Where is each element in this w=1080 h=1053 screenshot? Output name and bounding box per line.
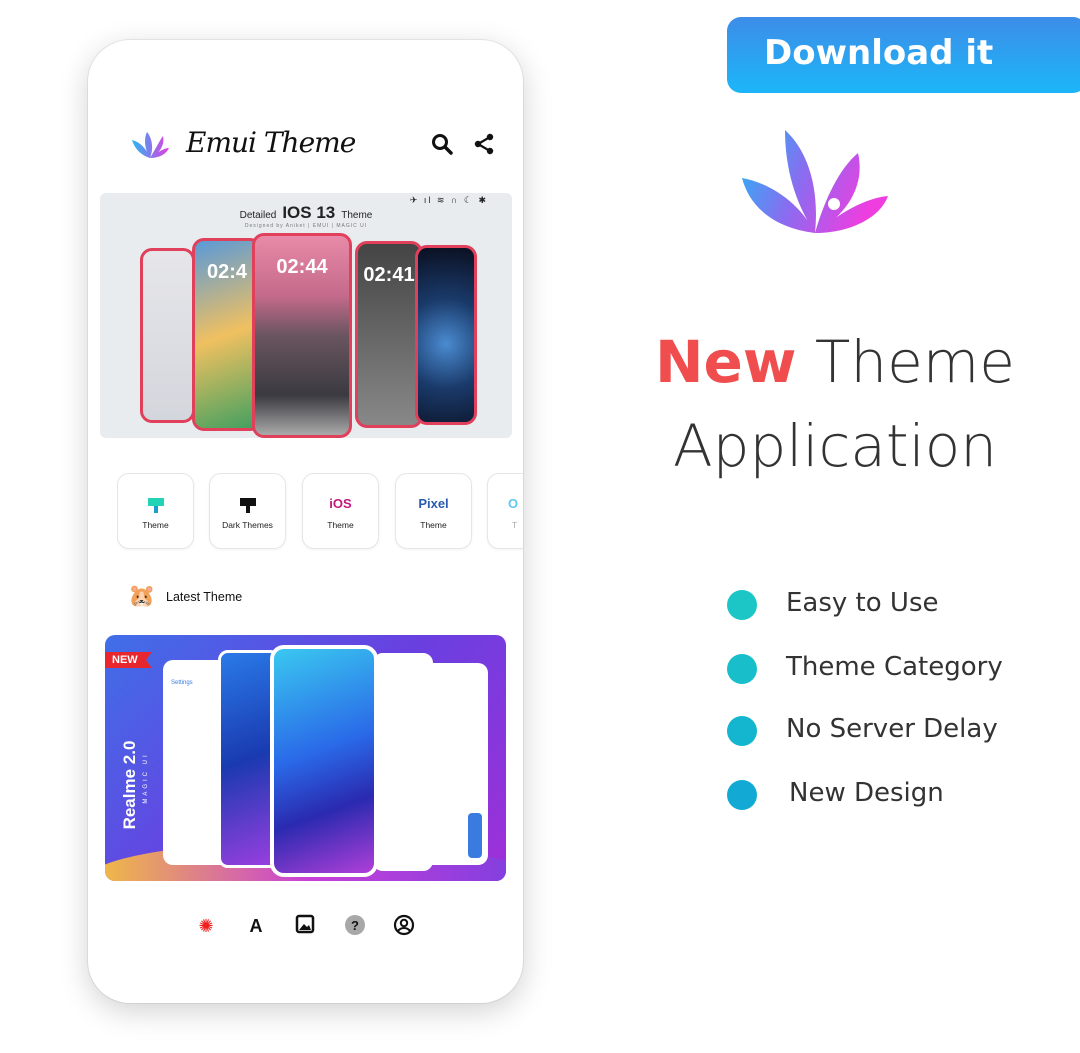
banner-subtitle: MAGIC UI bbox=[143, 752, 149, 804]
preview-phone: 02:44 bbox=[252, 233, 352, 438]
paint-brush-icon bbox=[210, 496, 285, 516]
category-ios[interactable]: iOS Theme bbox=[302, 473, 379, 549]
share-icon[interactable] bbox=[472, 132, 496, 156]
search-icon[interactable] bbox=[430, 132, 454, 156]
profile-icon[interactable] bbox=[392, 914, 416, 938]
font-icon[interactable]: A bbox=[244, 914, 268, 938]
banner-title: Realme 2.0 bbox=[120, 740, 139, 830]
category-pixel[interactable]: Pixel Theme bbox=[395, 473, 472, 549]
category-theme[interactable]: Theme bbox=[117, 473, 194, 549]
home-icon[interactable]: ✺ bbox=[194, 914, 218, 938]
bullet-icon bbox=[727, 654, 757, 684]
banner-credit: Designed by Aniket | EMUI | MAGIC UI bbox=[244, 223, 368, 229]
section-title: Latest Theme bbox=[166, 590, 243, 604]
banner-title: Detailed IOS 13 Theme bbox=[239, 203, 373, 222]
app-logo-icon bbox=[132, 132, 169, 158]
home-screen bbox=[270, 645, 378, 877]
app-title: Emui Theme bbox=[186, 126, 356, 159]
latest-theme-banner[interactable]: NEW Realme 2.0 MAGIC UI Settings bbox=[105, 635, 506, 881]
dialer-screen bbox=[373, 653, 433, 871]
wallpaper-icon[interactable] bbox=[293, 914, 317, 938]
category-more[interactable]: OT bbox=[487, 473, 523, 549]
hamster-icon: 🐹 bbox=[128, 583, 156, 608]
headline-line-2: Application bbox=[672, 412, 998, 480]
preview-phone: 02:41 bbox=[355, 241, 423, 428]
bullet-icon bbox=[727, 590, 757, 620]
help-icon[interactable]: ? bbox=[343, 914, 367, 938]
paint-brush-icon bbox=[118, 496, 193, 516]
svg-text:?: ? bbox=[351, 918, 359, 933]
preview-phone bbox=[415, 245, 477, 425]
phone-mockup: Emui Theme ✈ ıl ≋ ∩ ☾ ✱ Detailed IOS 13 Th… bbox=[88, 40, 523, 1003]
lotus-logo-icon bbox=[742, 130, 888, 233]
preview-phone bbox=[140, 248, 195, 423]
new-badge: NEW bbox=[105, 652, 152, 668]
category-dark-themes[interactable]: Dark Themes bbox=[209, 473, 286, 549]
category-row: Theme Dark Themes iOS Theme Pixel Theme OT bbox=[117, 473, 523, 553]
bullet-icon bbox=[727, 780, 757, 810]
bullet-icon bbox=[727, 716, 757, 746]
headline-line-1: New Theme bbox=[655, 328, 1015, 396]
download-button[interactable]: Download it Now bbox=[727, 17, 1080, 145]
featured-theme-banner[interactable]: ✈ ıl ≋ ∩ ☾ ✱ Detailed IOS 13 Theme Designe… bbox=[100, 193, 512, 438]
